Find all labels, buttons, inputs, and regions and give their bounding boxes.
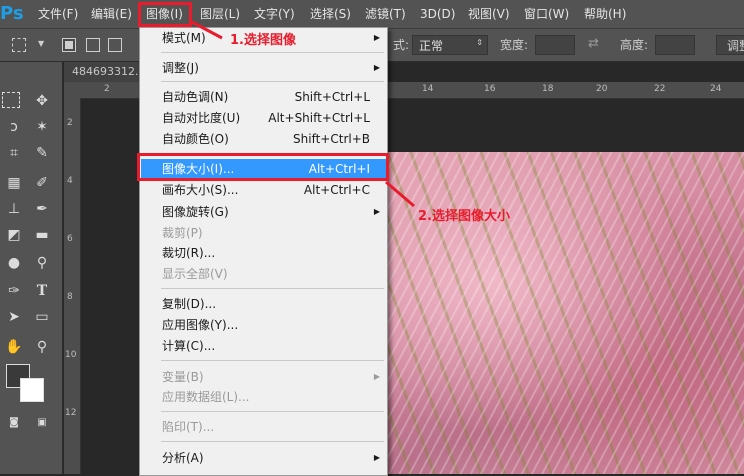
dodge-tool-icon[interactable]: ⚲: [30, 252, 54, 274]
menu-item-crop: 裁剪(P): [162, 226, 203, 240]
ruler-tick: 10: [65, 350, 77, 360]
menu-item-apply-image[interactable]: 应用图像(Y)...: [141, 315, 386, 335]
photoshop-logo: Ps: [0, 3, 24, 24]
menu-filter[interactable]: 滤镜(T): [365, 0, 406, 28]
menu-view[interactable]: 视图(V): [468, 0, 510, 28]
menu-item-adjustments[interactable]: 调整(J) ▶: [141, 58, 386, 78]
width-input[interactable]: [535, 35, 575, 55]
annotation-step-2: 2.选择图像大小: [418, 209, 510, 224]
menu-select[interactable]: 选择(S): [310, 0, 351, 28]
menu-item-reveal-all: 显示全部(V): [162, 267, 228, 281]
brush-tool-icon[interactable]: ✐: [30, 172, 54, 194]
menu-edit[interactable]: 编辑(E): [91, 0, 132, 28]
style-value: 正常: [419, 39, 444, 53]
swap-icon[interactable]: ⇄: [588, 36, 599, 51]
annotation-box-image-menu: [138, 2, 192, 27]
ruler-tick: 4: [67, 176, 73, 186]
ruler-vertical: 2 4 6 8 10 12: [64, 98, 81, 474]
zoom-tool-icon[interactable]: ⚲: [30, 336, 54, 358]
menu-separator: [161, 52, 384, 53]
type-tool-icon[interactable]: T: [30, 280, 54, 302]
blur-tool-icon[interactable]: ●: [2, 252, 26, 274]
hand-tool-icon[interactable]: ✋: [2, 336, 26, 358]
ruler-tick: 12: [65, 408, 77, 418]
lasso-tool-icon[interactable]: ↄ: [2, 116, 26, 138]
subtract-selection-icon[interactable]: [108, 38, 122, 52]
ruler-tick: 22: [654, 84, 666, 94]
menu-item-auto-color[interactable]: 自动颜色(O) Shift+Ctrl+B: [141, 129, 386, 149]
height-label: 高度:: [620, 38, 649, 52]
eyedropper-tool-icon[interactable]: ✎: [30, 142, 54, 164]
quick-mask-icon[interactable]: ◙: [2, 412, 26, 434]
ruler-tick: 24: [710, 84, 722, 94]
menu-separator: [161, 441, 384, 442]
annotation-step-1: 1.选择图像: [230, 33, 296, 48]
move-tool-icon[interactable]: ✥: [30, 90, 54, 112]
menu-item-trim[interactable]: 裁切(R)...: [141, 243, 386, 263]
eraser-tool-icon[interactable]: ◩: [2, 224, 26, 246]
menu-item-variables: 变量(B) ▶: [141, 367, 386, 387]
submenu-arrow-icon: ▶: [373, 453, 380, 462]
path-selection-tool-icon[interactable]: ➤: [2, 306, 26, 328]
width-label: 宽度:: [500, 38, 529, 52]
menu-item-apply-data-set: 应用数据组(L)...: [162, 390, 250, 404]
history-brush-tool-icon[interactable]: ✒: [30, 198, 54, 220]
menu-window[interactable]: 窗口(W): [524, 0, 569, 28]
stamp-tool-icon[interactable]: ⊥: [2, 198, 26, 220]
style-label: 式:: [393, 38, 410, 52]
menu-3d[interactable]: 3D(D): [420, 0, 455, 28]
menu-bar: Ps 文件(F) 编辑(E) 图像(I) 图层(L) 文字(Y) 选择(S) 滤…: [0, 0, 744, 29]
menu-item-auto-tone[interactable]: 自动色调(N) Shift+Ctrl+L: [141, 87, 386, 107]
crop-tool-icon[interactable]: ⌗: [2, 142, 26, 164]
background-color-swatch[interactable]: [20, 378, 44, 402]
menu-separator: [161, 288, 384, 289]
menu-type[interactable]: 文字(Y): [254, 0, 295, 28]
healing-brush-tool-icon[interactable]: ▦: [2, 172, 26, 194]
submenu-arrow-icon: ▶: [373, 63, 380, 72]
marquee-preset-icon[interactable]: [12, 38, 26, 52]
ruler-tick: 6: [67, 234, 73, 244]
menu-item-canvas-size[interactable]: 画布大小(S)... Alt+Ctrl+C: [141, 180, 386, 200]
tools-panel: ✥ ↄ ✶ ⌗ ✎ ▦ ✐ ⊥ ✒ ◩ ▬ ● ⚲ ✑ T ➤ ▭ ✋ ⚲ ◙ …: [0, 62, 63, 474]
magic-wand-tool-icon[interactable]: ✶: [30, 116, 54, 138]
image-menu-dropdown: 模式(M) ▶ 调整(J) ▶ 自动色调(N) Shift+Ctrl+L 自动对…: [139, 27, 388, 476]
menu-separator: [161, 81, 384, 82]
menu-separator: [161, 360, 384, 361]
menu-item-duplicate[interactable]: 复制(D)...: [141, 294, 386, 314]
annotation-box-image-size: [137, 153, 389, 181]
ruler-tick: 20: [596, 84, 608, 94]
ruler-tick: 2: [104, 84, 110, 94]
updown-arrows-icon: ⇕: [476, 38, 483, 47]
shape-tool-icon[interactable]: ▭: [30, 306, 54, 328]
screen-mode-icon[interactable]: ▣: [30, 412, 54, 434]
menu-item-analysis[interactable]: 分析(A) ▶: [141, 448, 386, 468]
pen-tool-icon[interactable]: ✑: [2, 280, 26, 302]
height-input[interactable]: [655, 35, 695, 55]
menu-item-calculations[interactable]: 计算(C)...: [141, 336, 386, 356]
ruler-tick: 8: [67, 292, 73, 302]
gradient-tool-icon[interactable]: ▬: [30, 224, 54, 246]
submenu-arrow-icon: ▶: [373, 33, 380, 42]
ruler-tick: 14: [422, 84, 434, 94]
ruler-tick: 2: [67, 118, 73, 128]
submenu-arrow-icon: ▶: [373, 372, 380, 381]
image-canvas[interactable]: [386, 152, 744, 474]
style-select[interactable]: 正常 ⇕: [412, 35, 488, 55]
menu-help[interactable]: 帮助(H): [584, 0, 626, 28]
refine-edge-button[interactable]: 调整: [716, 35, 744, 55]
menu-item-auto-contrast[interactable]: 自动对比度(U) Alt+Shift+Ctrl+L: [141, 108, 386, 128]
ruler-tick: 18: [542, 84, 554, 94]
chevron-down-icon[interactable]: ▼: [38, 39, 44, 48]
menu-separator: [161, 411, 384, 412]
ruler-tick: 16: [484, 84, 496, 94]
add-selection-icon[interactable]: [86, 38, 100, 52]
submenu-arrow-icon: ▶: [373, 207, 380, 216]
menu-item-image-rotation[interactable]: 图像旋转(G) ▶: [141, 202, 386, 222]
new-selection-icon[interactable]: [62, 38, 76, 52]
menu-item-trap: 陷印(T)...: [162, 420, 215, 434]
menu-file[interactable]: 文件(F): [38, 0, 78, 28]
marquee-tool-icon[interactable]: [2, 92, 20, 108]
